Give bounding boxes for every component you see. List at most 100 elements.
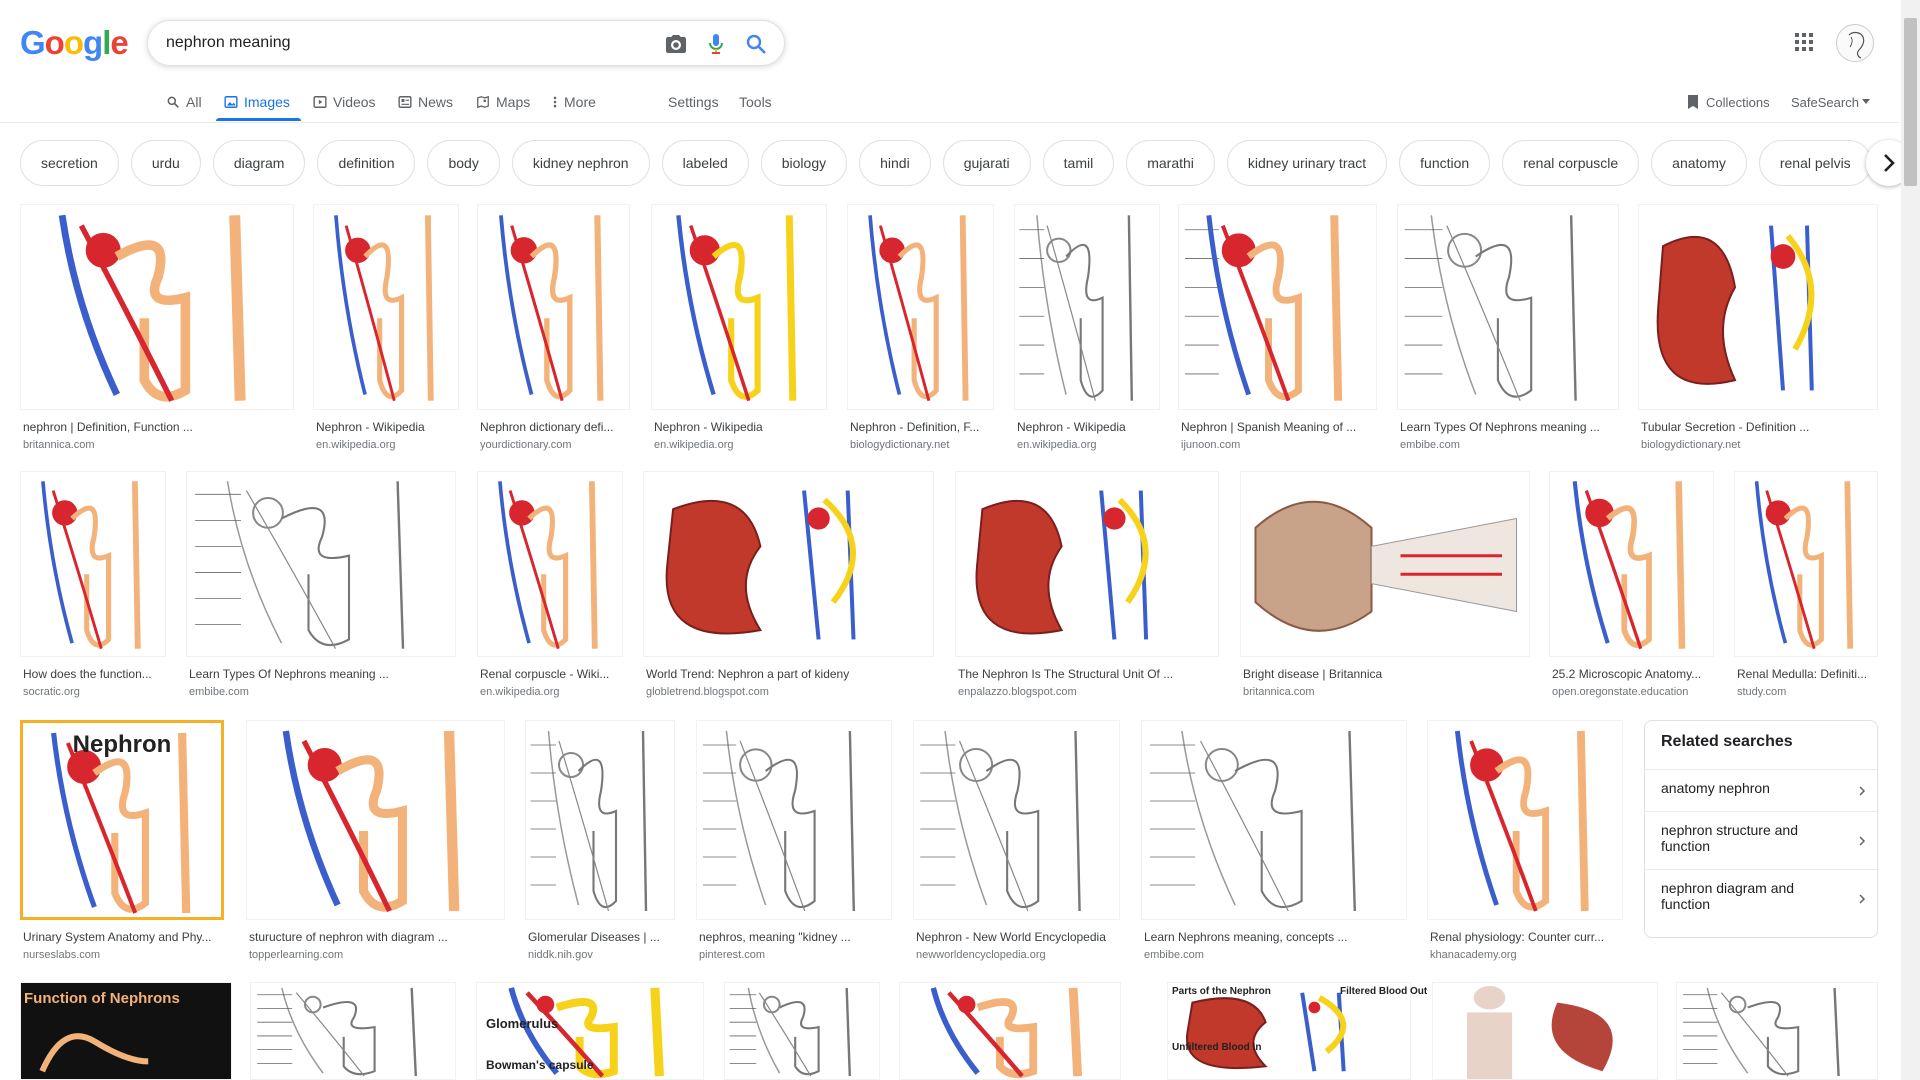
- tab-more[interactable]: More: [552, 92, 596, 112]
- suggestion-chip[interactable]: biology: [760, 140, 848, 186]
- tab-images[interactable]: Images: [224, 92, 290, 112]
- image-result[interactable]: Nephron Urinary System Anatomy and Phy...…: [20, 720, 224, 970]
- result-title[interactable]: sturucture of nephron with diagram ...: [249, 930, 502, 944]
- suggestion-chip[interactable]: body: [427, 140, 500, 186]
- result-title[interactable]: Bright disease | Britannica: [1243, 667, 1527, 681]
- image-result[interactable]: Learn Nephrons meaning, concepts ... embi…: [1141, 720, 1407, 970]
- image-result[interactable]: Nephron - Wikipedia en.wikipedia.org: [313, 204, 459, 460]
- image-result[interactable]: Nephron | Spanish Meaning of ... ijunoon.…: [1178, 204, 1377, 460]
- suggestion-chip[interactable]: function: [1399, 140, 1491, 186]
- suggestion-chip[interactable]: kidney urinary tract: [1226, 140, 1388, 186]
- result-thumbnail[interactable]: [1397, 204, 1619, 410]
- suggestion-chip[interactable]: definition: [317, 140, 416, 186]
- image-result[interactable]: Renal Medulla: Definiti... study.com: [1734, 471, 1878, 707]
- image-result[interactable]: Bright disease | Britannica britannica.co…: [1240, 471, 1530, 707]
- suggestion-chip[interactable]: diagram: [212, 140, 306, 186]
- result-title[interactable]: Nephron - Wikipedia: [316, 420, 456, 434]
- image-result[interactable]: nephron | Definition, Function ... britan…: [20, 204, 294, 460]
- tab-videos[interactable]: Videos: [313, 92, 376, 112]
- image-result[interactable]: [1676, 982, 1878, 1080]
- result-thumbnail[interactable]: [20, 471, 166, 657]
- result-thumbnail[interactable]: [696, 720, 892, 920]
- result-thumbnail[interactable]: [1014, 204, 1160, 410]
- image-result[interactable]: Glomerular Diseases | ... niddk.nih.gov: [525, 720, 675, 970]
- result-title[interactable]: Renal Medulla: Definiti...: [1737, 667, 1875, 681]
- image-result[interactable]: Renal physiology: Counter curr... khanaca…: [1427, 720, 1623, 970]
- apps-grid-icon[interactable]: [1794, 32, 1814, 52]
- result-thumbnail[interactable]: [477, 471, 623, 657]
- result-thumbnail[interactable]: [1427, 720, 1623, 920]
- suggestion-chip[interactable]: kidney nephron: [511, 140, 650, 186]
- result-title[interactable]: Nephron - New World Encyclopedia: [916, 930, 1117, 944]
- result-title[interactable]: Nephron - Wikipedia: [654, 420, 824, 434]
- microphone-icon[interactable]: [704, 32, 728, 56]
- image-result[interactable]: Nephron - New World Encyclopedia newworld…: [913, 720, 1120, 970]
- image-result[interactable]: Renal corpuscle - Wiki... en.wikipedia.or…: [477, 471, 623, 707]
- settings-link[interactable]: Settings: [668, 92, 719, 112]
- result-thumbnail[interactable]: [20, 204, 294, 410]
- image-result[interactable]: Tubular Secretion - Definition ... biolog…: [1638, 204, 1878, 460]
- result-title[interactable]: Renal physiology: Counter curr...: [1430, 930, 1620, 944]
- result-title[interactable]: Learn Types Of Nephrons meaning ...: [189, 667, 453, 681]
- result-thumbnail[interactable]: [1141, 720, 1407, 920]
- result-thumbnail[interactable]: [847, 204, 994, 410]
- result-thumbnail[interactable]: [1549, 471, 1714, 657]
- result-title[interactable]: Tubular Secretion - Definition ...: [1641, 420, 1875, 434]
- result-title[interactable]: Nephron - Definition, F...: [850, 420, 991, 434]
- image-result[interactable]: Learn Types Of Nephrons meaning ... embib…: [1397, 204, 1619, 460]
- image-result[interactable]: nephros, meaning "kidney ... pinterest.co…: [696, 720, 892, 970]
- tab-all[interactable]: All: [166, 92, 202, 112]
- suggestion-chip[interactable]: urdu: [130, 140, 201, 186]
- result-thumbnail[interactable]: [913, 720, 1120, 920]
- result-thumbnail[interactable]: [1432, 982, 1658, 1080]
- result-thumbnail[interactable]: [313, 204, 459, 410]
- scrollbar-thumb[interactable]: [1904, 18, 1917, 186]
- related-item[interactable]: nephron structure and function: [1645, 811, 1879, 869]
- camera-icon[interactable]: [664, 32, 688, 56]
- suggestion-chip[interactable]: marathi: [1126, 140, 1215, 186]
- image-result[interactable]: The Nephron Is The Structural Unit Of ..…: [955, 471, 1219, 707]
- result-title[interactable]: Renal corpuscle - Wiki...: [480, 667, 620, 681]
- result-thumbnail[interactable]: [899, 982, 1121, 1080]
- google-logo[interactable]: Google: [20, 24, 129, 62]
- suggestion-chip[interactable]: secretion: [20, 140, 119, 186]
- image-result[interactable]: Nephron - Definition, F... biologydiction…: [847, 204, 994, 460]
- result-thumbnail[interactable]: [1178, 204, 1377, 410]
- result-title[interactable]: Nephron - Wikipedia: [1017, 420, 1157, 434]
- image-result[interactable]: Nephron - Wikipedia en.wikipedia.org: [651, 204, 827, 460]
- search-input[interactable]: [166, 32, 626, 54]
- related-item[interactable]: anatomy nephron: [1645, 769, 1879, 811]
- suggestion-chip[interactable]: labeled: [661, 140, 749, 186]
- image-result[interactable]: Nephron dictionary defi... yourdictionary…: [477, 204, 630, 460]
- result-title[interactable]: Urinary System Anatomy and Phy...: [23, 930, 221, 944]
- related-item[interactable]: nephron diagram and function: [1645, 869, 1879, 927]
- result-thumbnail[interactable]: [246, 720, 505, 920]
- image-result[interactable]: 25.2 Microscopic Anatomy... open.oregonst…: [1549, 471, 1714, 707]
- result-thumbnail[interactable]: [1734, 471, 1878, 657]
- image-result[interactable]: Learn Types Of Nephrons meaning ... embib…: [186, 471, 456, 707]
- collections-link[interactable]: Collections: [1686, 92, 1770, 112]
- result-thumbnail[interactable]: [250, 982, 456, 1080]
- result-thumbnail[interactable]: [955, 471, 1219, 657]
- image-result[interactable]: [899, 982, 1121, 1080]
- result-thumbnail[interactable]: [477, 204, 630, 410]
- result-thumbnail[interactable]: [651, 204, 827, 410]
- image-result[interactable]: [250, 982, 456, 1080]
- suggestion-chip[interactable]: anatomy: [1651, 140, 1747, 186]
- result-title[interactable]: Learn Nephrons meaning, concepts ...: [1144, 930, 1404, 944]
- result-title[interactable]: 25.2 Microscopic Anatomy...: [1552, 667, 1711, 681]
- result-thumbnail[interactable]: Nephron: [20, 720, 224, 920]
- image-result[interactable]: [724, 982, 880, 1080]
- result-thumbnail[interactable]: [1676, 982, 1878, 1080]
- safesearch-dropdown[interactable]: SafeSearch: [1791, 92, 1870, 112]
- tab-news[interactable]: News: [398, 92, 453, 112]
- search-icon[interactable]: [744, 32, 768, 56]
- result-title[interactable]: Nephron | Spanish Meaning of ...: [1181, 420, 1374, 434]
- account-avatar[interactable]: [1836, 24, 1874, 62]
- result-title[interactable]: nephron | Definition, Function ...: [23, 420, 291, 434]
- result-title[interactable]: Learn Types Of Nephrons meaning ...: [1400, 420, 1616, 434]
- result-title[interactable]: The Nephron Is The Structural Unit Of ..…: [958, 667, 1216, 681]
- result-title[interactable]: How does the function...: [23, 667, 163, 681]
- result-title[interactable]: World Trend: Nephron a part of kideny: [646, 667, 931, 681]
- image-result[interactable]: [1432, 982, 1658, 1080]
